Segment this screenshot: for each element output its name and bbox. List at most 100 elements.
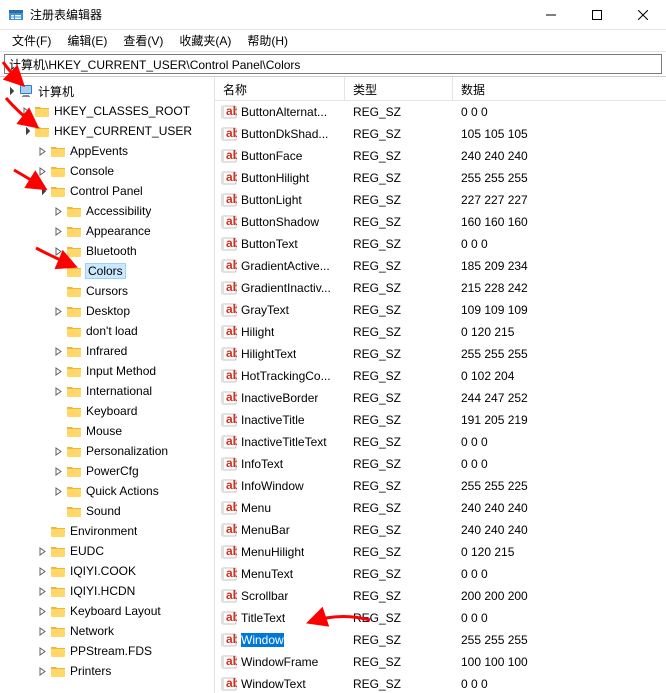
tree-node[interactable]: don't load xyxy=(0,321,214,341)
column-header-type[interactable]: 类型 xyxy=(345,77,453,100)
tree-expander-icon[interactable] xyxy=(20,125,32,137)
tree-node[interactable]: Colors xyxy=(0,261,214,281)
list-row[interactable]: abButtonShadowREG_SZ160 160 160 xyxy=(215,211,666,233)
list-row[interactable]: abButtonLightREG_SZ227 227 227 xyxy=(215,189,666,211)
tree-expander-icon[interactable] xyxy=(36,665,48,677)
list-row[interactable]: abInactiveBorderREG_SZ244 247 252 xyxy=(215,387,666,409)
tree-node[interactable]: Accessibility xyxy=(0,201,214,221)
tree-node[interactable]: EUDC xyxy=(0,541,214,561)
list-row[interactable]: abButtonAlternat...REG_SZ0 0 0 xyxy=(215,101,666,123)
tree-node[interactable]: Personalization xyxy=(0,441,214,461)
tree-expander-icon[interactable] xyxy=(52,465,64,477)
tree-expander-icon[interactable] xyxy=(52,205,64,217)
list-row[interactable]: abButtonTextREG_SZ0 0 0 xyxy=(215,233,666,255)
list-row[interactable]: abButtonFaceREG_SZ240 240 240 xyxy=(215,145,666,167)
tree-expander-icon[interactable] xyxy=(4,85,16,97)
list-row[interactable]: abInfoWindowREG_SZ255 255 225 xyxy=(215,475,666,497)
tree-expander-icon[interactable] xyxy=(36,165,48,177)
tree-expander-icon[interactable] xyxy=(36,645,48,657)
tree-expander-icon[interactable] xyxy=(52,365,64,377)
tree-pane[interactable]: 计算机HKEY_CLASSES_ROOTHKEY_CURRENT_USERApp… xyxy=(0,77,215,693)
tree-expander-icon[interactable] xyxy=(52,385,64,397)
tree-expander-icon[interactable] xyxy=(36,605,48,617)
minimize-button[interactable] xyxy=(528,0,574,30)
tree-node[interactable]: IQIYI.COOK xyxy=(0,561,214,581)
tree-expander-icon[interactable] xyxy=(52,225,64,237)
address-input[interactable] xyxy=(4,54,662,74)
value-data: 0 102 204 xyxy=(453,369,666,383)
tree-node[interactable]: Keyboard xyxy=(0,401,214,421)
list-row[interactable]: abButtonHilightREG_SZ255 255 255 xyxy=(215,167,666,189)
list-row[interactable]: abGrayTextREG_SZ109 109 109 xyxy=(215,299,666,321)
tree-expander-icon[interactable] xyxy=(36,145,48,157)
tree-expander-icon[interactable] xyxy=(36,185,48,197)
folder-icon xyxy=(66,503,82,519)
tree-expander-icon[interactable] xyxy=(36,545,48,557)
tree-expander-icon[interactable] xyxy=(52,305,64,317)
list-row[interactable]: abInactiveTitleREG_SZ191 205 219 xyxy=(215,409,666,431)
list-row[interactable]: abHotTrackingCo...REG_SZ0 102 204 xyxy=(215,365,666,387)
value-data: 240 240 240 xyxy=(453,501,666,515)
tree-node[interactable]: Control Panel xyxy=(0,181,214,201)
list-row[interactable]: abWindowFrameREG_SZ100 100 100 xyxy=(215,651,666,673)
tree-node[interactable]: Cursors xyxy=(0,281,214,301)
list-row[interactable]: abTitleTextREG_SZ0 0 0 xyxy=(215,607,666,629)
menu-edit[interactable]: 编辑(E) xyxy=(59,30,115,51)
tree-expander-icon[interactable] xyxy=(36,585,48,597)
close-button[interactable] xyxy=(620,0,666,30)
column-header-name[interactable]: 名称 xyxy=(215,77,345,100)
tree-node[interactable]: Input Method xyxy=(0,361,214,381)
tree-node[interactable]: PowerCfg xyxy=(0,461,214,481)
tree-node[interactable]: HKEY_CURRENT_USER xyxy=(0,121,214,141)
tree-node[interactable]: Appearance xyxy=(0,221,214,241)
tree-node[interactable]: HKEY_CLASSES_ROOT xyxy=(0,101,214,121)
list-row[interactable]: abButtonDkShad...REG_SZ105 105 105 xyxy=(215,123,666,145)
tree-node[interactable]: 计算机 xyxy=(0,81,214,101)
list-row[interactable]: abInfoTextREG_SZ0 0 0 xyxy=(215,453,666,475)
column-header-data[interactable]: 数据 xyxy=(453,77,666,100)
list-row[interactable]: abMenuREG_SZ240 240 240 xyxy=(215,497,666,519)
menu-help[interactable]: 帮助(H) xyxy=(239,30,296,51)
list-pane[interactable]: 名称 类型 数据 abButtonAlternat...REG_SZ0 0 0a… xyxy=(215,77,666,693)
tree-expander-icon[interactable] xyxy=(36,625,48,637)
list-row[interactable]: abInactiveTitleTextREG_SZ0 0 0 xyxy=(215,431,666,453)
tree-node[interactable]: Mouse xyxy=(0,421,214,441)
tree-expander-icon[interactable] xyxy=(52,445,64,457)
list-row[interactable]: abWindowREG_SZ255 255 255 xyxy=(215,629,666,651)
tree-node[interactable]: PPStream.FDS xyxy=(0,641,214,661)
list-row[interactable]: abHilightREG_SZ0 120 215 xyxy=(215,321,666,343)
list-row[interactable]: abMenuTextREG_SZ0 0 0 xyxy=(215,563,666,585)
tree-node[interactable]: Infrared xyxy=(0,341,214,361)
tree-expander-icon[interactable] xyxy=(52,245,64,257)
tree-node[interactable]: Quick Actions xyxy=(0,481,214,501)
tree-expander-icon[interactable] xyxy=(20,105,32,117)
tree-node[interactable]: Desktop xyxy=(0,301,214,321)
tree-node[interactable]: AppEvents xyxy=(0,141,214,161)
tree-expander-icon[interactable] xyxy=(36,565,48,577)
list-row[interactable]: abGradientActive...REG_SZ185 209 234 xyxy=(215,255,666,277)
tree-node[interactable]: Sound xyxy=(0,501,214,521)
maximize-button[interactable] xyxy=(574,0,620,30)
tree-node[interactable]: Console xyxy=(0,161,214,181)
tree-node[interactable]: Keyboard Layout xyxy=(0,601,214,621)
svg-text:ab: ab xyxy=(226,478,237,492)
tree-expander-icon[interactable] xyxy=(52,345,64,357)
string-value-icon: ab xyxy=(221,258,237,274)
value-type: REG_SZ xyxy=(345,127,453,141)
list-row[interactable]: abMenuHilightREG_SZ0 120 215 xyxy=(215,541,666,563)
tree-node[interactable]: Network xyxy=(0,621,214,641)
tree-node[interactable]: International xyxy=(0,381,214,401)
tree-node[interactable]: IQIYI.HCDN xyxy=(0,581,214,601)
tree-node[interactable]: Printers xyxy=(0,661,214,681)
menu-favorites[interactable]: 收藏夹(A) xyxy=(171,30,239,51)
tree-node[interactable]: Bluetooth xyxy=(0,241,214,261)
list-row[interactable]: abGradientInactiv...REG_SZ215 228 242 xyxy=(215,277,666,299)
list-row[interactable]: abHilightTextREG_SZ255 255 255 xyxy=(215,343,666,365)
list-row[interactable]: abScrollbarREG_SZ200 200 200 xyxy=(215,585,666,607)
tree-expander-icon[interactable] xyxy=(52,485,64,497)
list-row[interactable]: abWindowTextREG_SZ0 0 0 xyxy=(215,673,666,693)
menu-file[interactable]: 文件(F) xyxy=(4,30,59,51)
menu-view[interactable]: 查看(V) xyxy=(115,30,171,51)
list-row[interactable]: abMenuBarREG_SZ240 240 240 xyxy=(215,519,666,541)
tree-node[interactable]: Environment xyxy=(0,521,214,541)
